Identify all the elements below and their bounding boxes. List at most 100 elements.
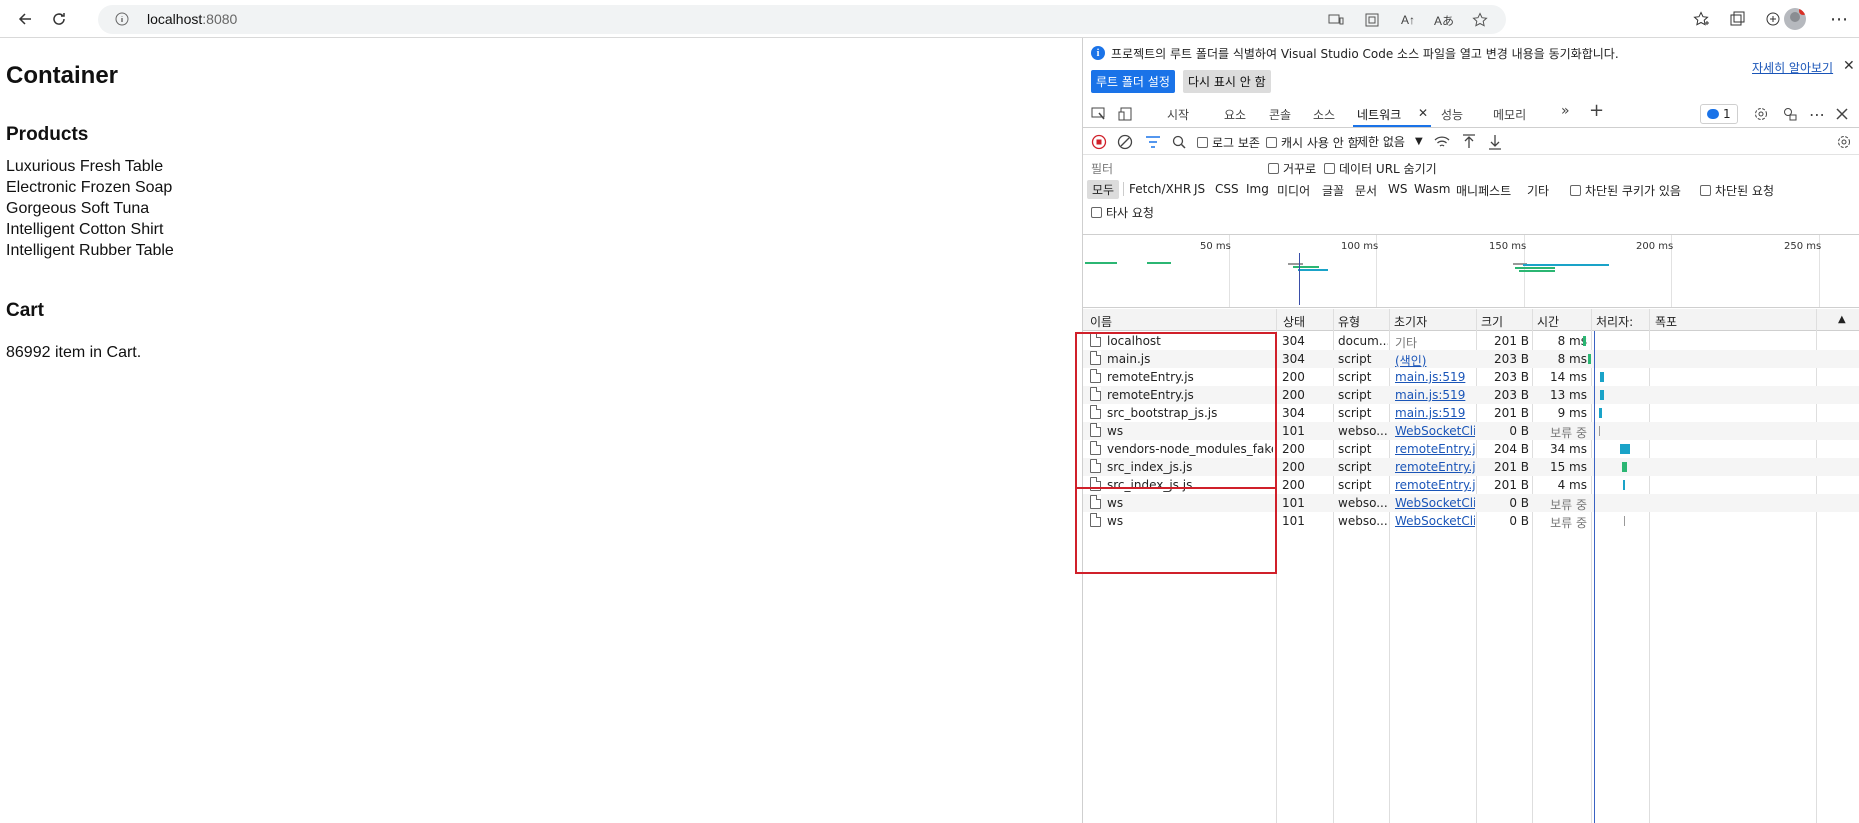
overview-tick-label: 50 ms <box>1200 241 1231 252</box>
type-filter-font[interactable]: 글꼴 <box>1322 182 1344 199</box>
close-devtools-icon[interactable] <box>1832 105 1852 123</box>
type-filter-other[interactable]: 기타 <box>1527 182 1549 199</box>
type-filter-js[interactable]: JS <box>1194 182 1205 196</box>
sort-up-icon[interactable]: ▲ <box>1838 314 1846 325</box>
tab-welcome[interactable]: 시작 <box>1167 106 1189 123</box>
dont-show-again-button[interactable]: 다시 표시 안 함 <box>1183 70 1271 93</box>
add-tab-icon[interactable]: + <box>1589 100 1604 121</box>
type-filter-css[interactable]: CSS <box>1215 182 1239 196</box>
column-header-name[interactable]: 이름 <box>1090 313 1112 330</box>
translate-icon[interactable]: Aあ <box>1432 10 1456 30</box>
column-header-initiator[interactable]: 초기자 <box>1394 313 1427 330</box>
preserve-log-checkbox[interactable]: 로그 보존 <box>1197 134 1260 151</box>
clear-icon[interactable] <box>1116 133 1134 151</box>
import-har-icon[interactable] <box>1460 133 1478 151</box>
learn-more-link[interactable]: 자세히 알아보기 <box>1752 59 1833 76</box>
issues-counter[interactable]: 1 <box>1700 104 1738 124</box>
export-har-icon[interactable] <box>1486 133 1504 151</box>
checkbox[interactable] <box>1197 137 1208 148</box>
checkbox[interactable] <box>1570 185 1581 196</box>
column-header-type[interactable]: 유형 <box>1338 313 1360 330</box>
customize-icon[interactable] <box>1780 105 1800 123</box>
request-initiator[interactable]: WebSocketCli... <box>1395 496 1475 510</box>
type-filter-ws[interactable]: WS <box>1388 182 1407 196</box>
filter-icon[interactable] <box>1144 133 1162 151</box>
favorites-icon[interactable] <box>1686 6 1716 32</box>
checkbox[interactable] <box>1091 207 1102 218</box>
request-initiator[interactable]: remoteEntry.js:... <box>1395 478 1475 492</box>
invert-checkbox[interactable]: 거꾸로 <box>1268 160 1316 177</box>
waterfall-bar <box>1583 336 1586 346</box>
collections-grid-icon[interactable] <box>1360 10 1384 30</box>
request-initiator[interactable]: main.js:519 <box>1395 406 1475 420</box>
add-favorite-icon[interactable] <box>1468 10 1492 30</box>
tab-performance[interactable]: 성능 <box>1441 106 1463 123</box>
type-filter-media[interactable]: 미디어 <box>1277 182 1310 199</box>
column-header-fulfilled[interactable]: 처리자: <box>1596 313 1633 330</box>
page-content: Container Products Luxurious Fresh Table… <box>0 38 1082 823</box>
blocked-requests-checkbox[interactable]: 차단된 요청 <box>1700 182 1774 199</box>
request-type: webso... <box>1338 496 1388 510</box>
request-time: 34 ms <box>1549 442 1587 456</box>
site-info-icon[interactable] <box>114 11 130 27</box>
column-header-waterfall[interactable]: 폭포 <box>1655 313 1677 330</box>
app-available-icon[interactable] <box>1324 10 1348 30</box>
blocked-cookies-checkbox[interactable]: 차단된 쿠키가 있음 <box>1570 182 1681 199</box>
hide-data-urls-checkbox[interactable]: 데이터 URL 숨기기 <box>1324 160 1437 177</box>
close-network-tab-icon[interactable]: ✕ <box>1418 106 1428 120</box>
tab-console[interactable]: 콘솔 <box>1269 106 1291 123</box>
request-initiator[interactable]: main.js:519 <box>1395 370 1475 384</box>
devtools-more-icon[interactable]: ⋯ <box>1807 105 1827 124</box>
more-menu-icon[interactable]: ⋯ <box>1826 6 1852 32</box>
more-tabs-icon[interactable]: » <box>1561 103 1570 119</box>
waterfall-marker-line <box>1594 331 1595 823</box>
read-aloud-icon[interactable]: A↑ <box>1396 10 1420 30</box>
device-emulation-icon[interactable] <box>1116 105 1136 123</box>
network-conditions-icon[interactable] <box>1433 133 1451 151</box>
inspect-element-icon[interactable] <box>1089 105 1109 123</box>
checkbox[interactable] <box>1324 163 1335 174</box>
checkbox[interactable] <box>1268 163 1279 174</box>
settings-icon[interactable] <box>1751 105 1771 123</box>
filter-input[interactable]: 필터 <box>1091 160 1113 177</box>
set-root-folder-button[interactable]: 루트 폴더 설정 <box>1091 70 1175 93</box>
tab-sources[interactable]: 소스 <box>1313 106 1335 123</box>
address-bar[interactable]: localhost:8080 A↑ Aあ <box>98 5 1506 34</box>
throttling-value: 제한 없음 <box>1357 135 1405 149</box>
request-initiator[interactable]: WebSocketCli... <box>1395 424 1475 438</box>
back-arrow-icon[interactable] <box>12 6 38 32</box>
third-party-checkbox[interactable]: 타사 요청 <box>1091 204 1154 221</box>
request-initiator[interactable]: (색인) <box>1395 352 1475 369</box>
type-filter-wasm[interactable]: Wasm <box>1414 182 1450 196</box>
column-header-time[interactable]: 시간 <box>1537 313 1559 330</box>
refresh-icon[interactable] <box>46 6 72 32</box>
column-header-status[interactable]: 상태 <box>1283 313 1305 330</box>
type-filter-doc[interactable]: 문서 <box>1355 182 1377 199</box>
search-icon[interactable] <box>1170 133 1188 151</box>
checkbox[interactable] <box>1266 137 1277 148</box>
request-initiator[interactable]: remoteEntry.js:... <box>1395 460 1475 474</box>
network-overview[interactable]: 50 ms 100 ms 150 ms 200 ms 250 ms <box>1083 234 1859 308</box>
disable-cache-checkbox[interactable]: 캐시 사용 안 함 <box>1266 134 1359 151</box>
request-initiator[interactable]: WebSocketCli... <box>1395 514 1475 528</box>
tab-network[interactable]: 네트워크 <box>1357 106 1401 123</box>
hide-data-urls-label: 데이터 URL 숨기기 <box>1339 162 1437 176</box>
tab-memory[interactable]: 메모리 <box>1493 106 1526 123</box>
type-filter-manifest[interactable]: 매니페스트 <box>1456 182 1511 199</box>
network-settings-icon[interactable] <box>1835 133 1853 151</box>
column-header-size[interactable]: 크기 <box>1481 313 1503 330</box>
collections-icon[interactable] <box>1722 6 1752 32</box>
record-stop-icon[interactable] <box>1090 133 1108 151</box>
request-initiator[interactable]: main.js:519 <box>1395 388 1475 402</box>
type-filter-img[interactable]: Img <box>1246 182 1269 196</box>
type-filter-all[interactable]: 모두 <box>1087 180 1120 199</box>
type-filter-fetch-xhr[interactable]: Fetch/XHR <box>1129 182 1191 196</box>
throttling-select[interactable]: 제한 없음 ▼ <box>1357 133 1423 150</box>
profile-avatar[interactable] <box>1784 8 1806 30</box>
infobar-close-icon[interactable]: ✕ <box>1843 58 1855 74</box>
request-initiator[interactable]: remoteEntry.js:... <box>1395 442 1475 456</box>
request-time: 8 ms <box>1557 352 1587 366</box>
divider <box>1123 182 1124 196</box>
tab-elements[interactable]: 요소 <box>1224 106 1246 123</box>
checkbox[interactable] <box>1700 185 1711 196</box>
